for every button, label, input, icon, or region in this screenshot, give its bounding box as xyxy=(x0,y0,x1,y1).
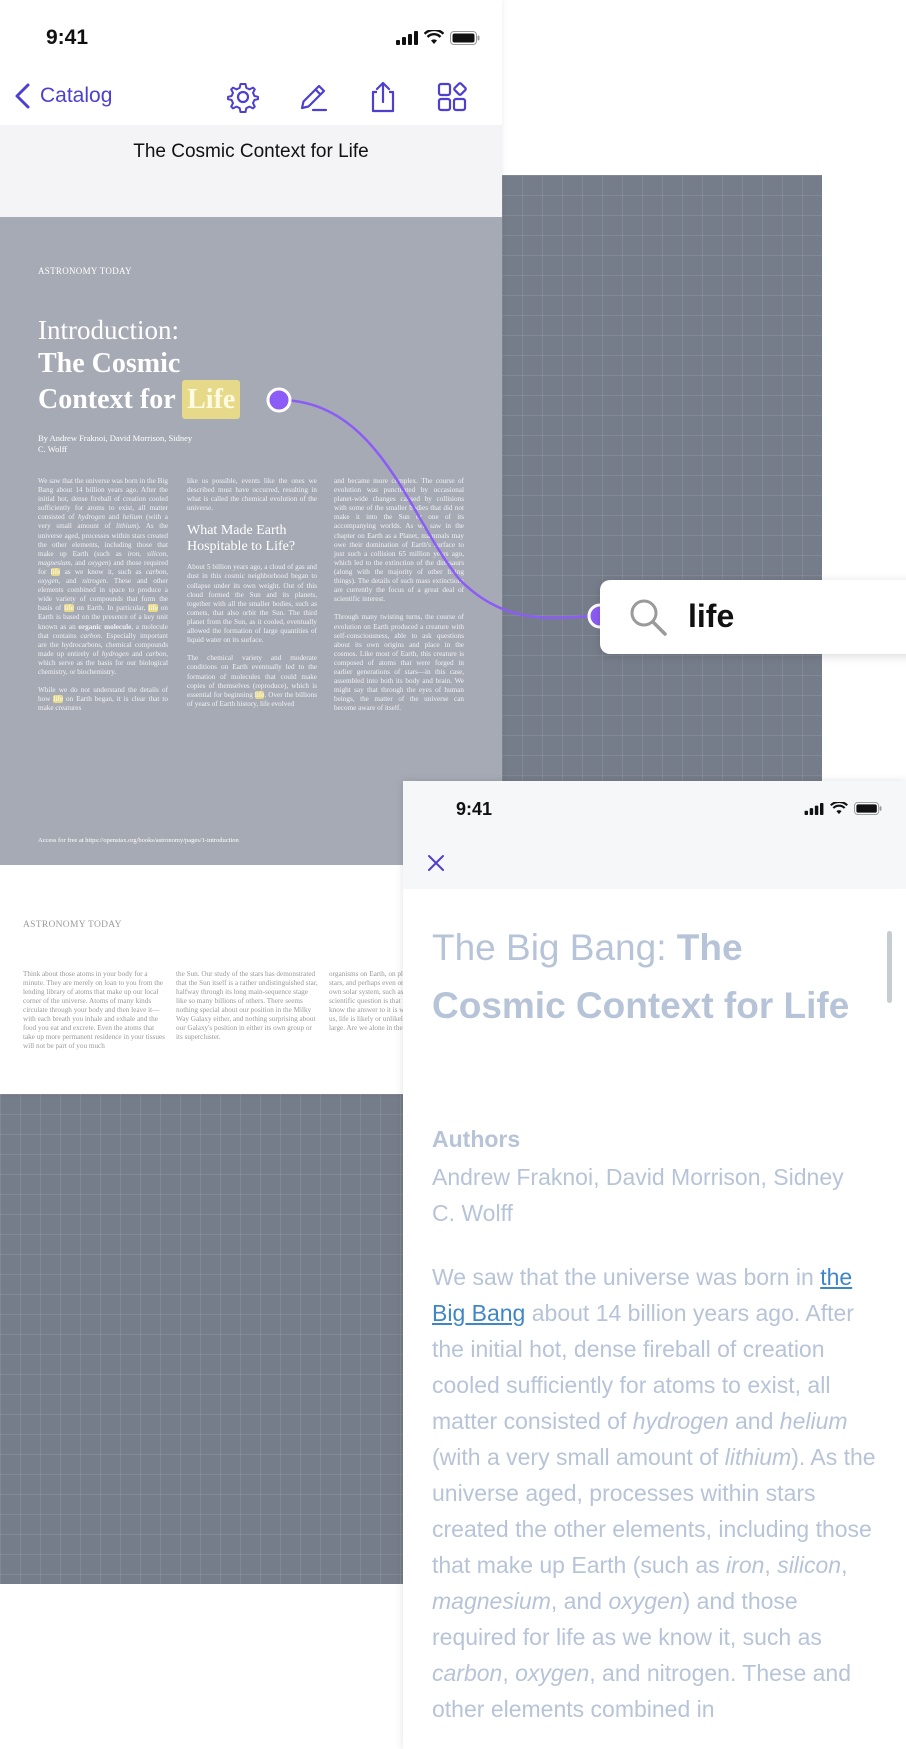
document-title: The Cosmic Context for Life xyxy=(133,141,369,162)
search-highlight: life xyxy=(50,567,61,576)
section-heading: What Made Earth Hospitable to Life? xyxy=(187,523,296,555)
scrollbar[interactable] xyxy=(887,931,892,1003)
info-phone: 9:41 The Big Bang: The Cosmic Context fo… xyxy=(403,781,906,1749)
search-term: life xyxy=(688,598,735,634)
text-column: and became more complex. The course of e… xyxy=(334,477,464,713)
canvas-background xyxy=(0,1094,403,1584)
back-label: Catalog xyxy=(40,84,113,107)
search-highlight: life xyxy=(64,604,74,613)
chapter-authors: By Andrew Fraknoi, David Morrison, Sidne… xyxy=(38,433,193,454)
text-column: like us possible, events like the ones w… xyxy=(187,477,317,708)
status-bar: 9:41 xyxy=(0,0,502,80)
status-time: 9:41 xyxy=(46,26,89,49)
signal-icon xyxy=(804,802,824,815)
page-source: ASTRONOMY TODAY xyxy=(23,920,122,930)
share-icon[interactable] xyxy=(366,80,400,114)
chapter-title-text: Context for xyxy=(38,384,176,415)
chapter-title: Context for Life xyxy=(38,380,241,419)
page-source: ASTRONOMY TODAY xyxy=(38,266,132,276)
page-footer: Access for free at https://openstax.org/… xyxy=(38,837,239,844)
system-icons xyxy=(396,30,480,45)
back-button[interactable]: Catalog xyxy=(12,82,112,110)
status-time: 9:41 xyxy=(456,799,493,819)
info-title: The Big Bang: The Cosmic Context for Lif… xyxy=(432,927,850,1026)
search-field[interactable]: life xyxy=(600,580,906,654)
navigation-bar: Catalog xyxy=(0,70,502,125)
close-icon[interactable] xyxy=(425,852,447,874)
text-column: Think about those atoms in your body for… xyxy=(23,970,165,1050)
pencil-icon[interactable] xyxy=(296,80,330,114)
chevron-left-icon xyxy=(15,83,30,109)
search-highlight[interactable]: Life xyxy=(182,380,241,419)
search-icon xyxy=(630,599,667,636)
wifi-icon xyxy=(830,802,848,815)
document-title-bar: The Cosmic Context for Life xyxy=(0,125,502,217)
authors-label: Authors xyxy=(432,1126,521,1152)
chapter-intro: Introduction: xyxy=(38,315,179,345)
battery-icon xyxy=(854,802,882,815)
signal-icon xyxy=(396,30,418,45)
gear-icon[interactable] xyxy=(226,80,260,114)
grid-icon[interactable] xyxy=(435,80,469,114)
info-body: We saw that the universe was born in the… xyxy=(432,1264,876,1722)
authors-value: Andrew Fraknoi, David Morrison, Sidney C… xyxy=(432,1164,844,1226)
text-column: the Sun. Our study of the stars has demo… xyxy=(176,970,318,1041)
wifi-icon xyxy=(424,30,444,44)
text-column: We saw that the universe was born in the… xyxy=(38,477,169,713)
info-header: 9:41 xyxy=(403,781,906,889)
search-highlight: life xyxy=(53,695,63,704)
chapter-title: The Cosmic xyxy=(38,348,181,379)
battery-icon xyxy=(450,30,480,45)
document-page[interactable]: ASTRONOMY TODAY Introduction: The Cosmic… xyxy=(0,217,502,865)
system-icons xyxy=(804,802,882,815)
search-highlight: life xyxy=(148,604,158,613)
canvas-background xyxy=(502,175,822,781)
